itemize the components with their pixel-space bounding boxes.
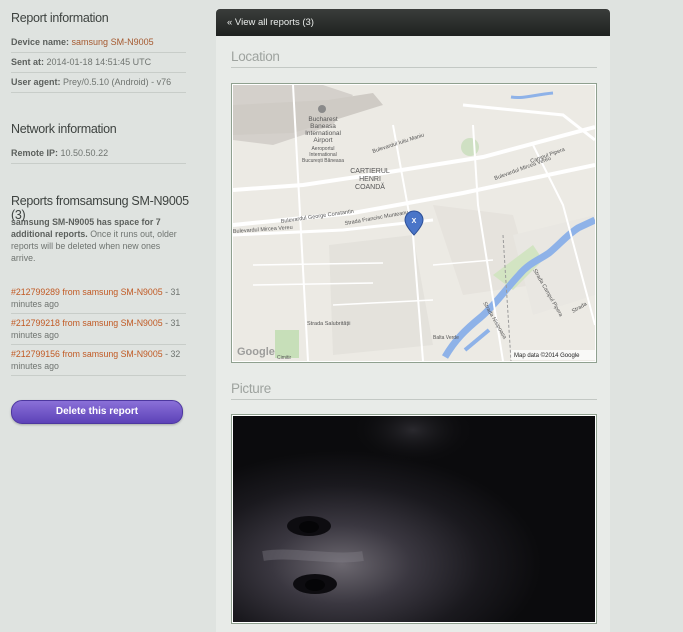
main-panel: « View all reports (3) Location Buchares… xyxy=(216,9,610,632)
sent-at-label: Sent at: xyxy=(11,57,45,67)
remote-ip-row: Remote IP: 10.50.50.22 xyxy=(11,144,186,164)
device-name-value: samsung SM-N9005 xyxy=(71,37,154,47)
street-label: Cimitir xyxy=(277,355,291,361)
sent-at-value: 2014-01-18 14:51:45 UTC xyxy=(46,57,152,67)
google-logo: Google xyxy=(237,346,275,358)
report-list: #212799289 from samsung SM-N9005 - 31 mi… xyxy=(11,283,186,376)
map-canvas[interactable]: Bucharest Baneasa International Airport … xyxy=(233,85,595,361)
device-name-row: Device name: samsung SM-N9005 xyxy=(11,33,186,53)
remote-ip-value: 10.50.50.22 xyxy=(60,148,109,158)
device-name-label: Device name: xyxy=(11,37,70,47)
svg-text:COANDĂ: COANDĂ xyxy=(355,182,385,191)
picture-canvas xyxy=(233,416,595,622)
location-map[interactable]: Bucharest Baneasa International Airport … xyxy=(231,83,597,363)
report-link[interactable]: #212799218 xyxy=(11,318,60,328)
report-source[interactable]: from samsung SM-N9005 xyxy=(62,287,162,297)
svg-text:Airport: Airport xyxy=(313,137,332,144)
location-heading: Location xyxy=(231,49,597,68)
report-info-heading: Report information xyxy=(11,11,109,25)
user-agent-row: User agent: Prey/0.5.10 (Android) - v76 xyxy=(11,73,186,93)
webcam-picture xyxy=(231,414,597,624)
svg-text:Bucharest: Bucharest xyxy=(308,116,337,123)
view-all-reports-link[interactable]: « View all reports (3) xyxy=(227,17,314,28)
report-link[interactable]: #212799156 xyxy=(11,349,60,359)
street-label: Strada Salubrității xyxy=(307,321,350,327)
remote-ip-label: Remote IP: xyxy=(11,148,59,158)
top-bar: « View all reports (3) xyxy=(216,9,610,36)
marker-label: X xyxy=(412,218,417,225)
delete-report-button[interactable]: Delete this report xyxy=(11,400,183,424)
map-attribution: Map data ©2014 Google xyxy=(514,352,580,359)
report-link[interactable]: #212799289 xyxy=(11,287,60,297)
svg-text:CARTIERUL: CARTIERUL xyxy=(350,168,390,175)
report-list-item[interactable]: #212799289 from samsung SM-N9005 - 31 mi… xyxy=(11,283,186,314)
report-source[interactable]: from samsung SM-N9005 xyxy=(62,349,162,359)
picture-heading: Picture xyxy=(231,381,597,400)
street-label: Balta Verde xyxy=(433,335,459,341)
svg-text:Baneasa: Baneasa xyxy=(310,123,336,130)
report-list-item[interactable]: #212799156 from samsung SM-N9005 - 32 mi… xyxy=(11,345,186,376)
svg-text:International: International xyxy=(305,130,341,137)
report-list-item[interactable]: #212799218 from samsung SM-N9005 - 31 mi… xyxy=(11,314,186,345)
user-agent-value: Prey/0.5.10 (Android) - v76 xyxy=(63,77,172,87)
user-agent-label: User agent: xyxy=(11,77,61,87)
network-info-heading: Network information xyxy=(11,122,117,136)
report-source[interactable]: from samsung SM-N9005 xyxy=(62,318,162,328)
storage-description: samsung SM-N9005 has space for 7 additio… xyxy=(11,216,183,264)
svg-text:București Băneasa: București Băneasa xyxy=(302,158,344,164)
sent-at-row: Sent at: 2014-01-18 14:51:45 UTC xyxy=(11,53,186,73)
svg-text:HENRI: HENRI xyxy=(359,176,381,183)
